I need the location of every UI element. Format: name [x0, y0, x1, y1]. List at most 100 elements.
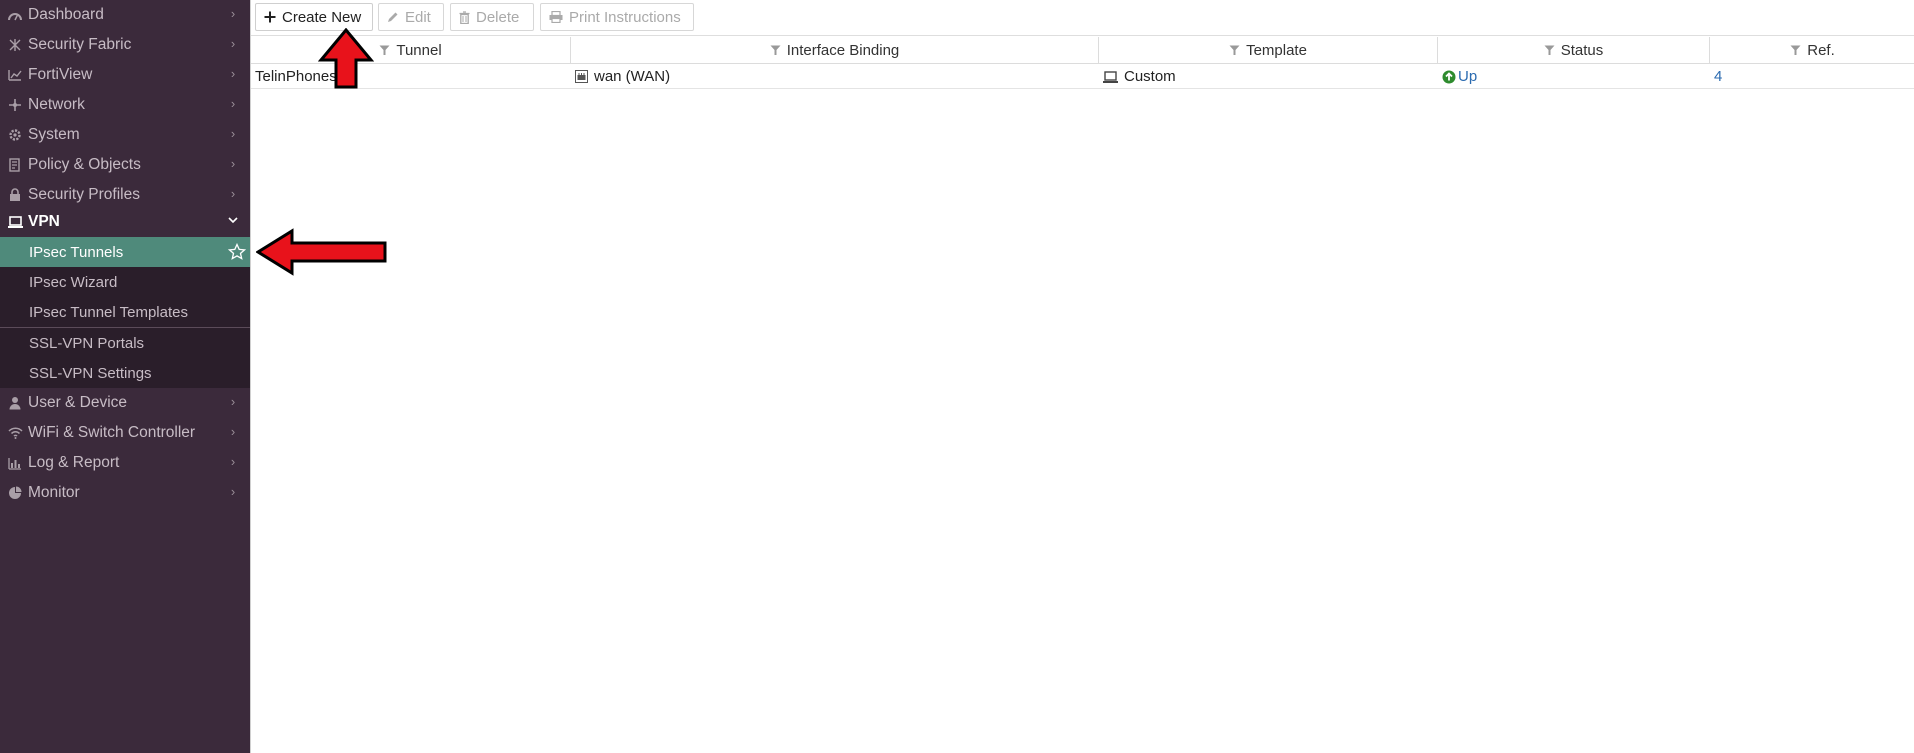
column-header-template[interactable]: Template — [1099, 37, 1438, 64]
nav-dashboard[interactable]: Dashboard › — [0, 0, 250, 30]
create-new-label: Create New — [282, 8, 362, 26]
sidebar-item-ipsec-tunnels[interactable]: IPsec Tunnels — [0, 237, 250, 267]
chevron-right-icon: › — [230, 6, 236, 21]
lock-icon — [7, 188, 23, 202]
delete-button[interactable]: Delete — [450, 3, 534, 31]
status-up-icon — [1442, 70, 1456, 84]
nav-log-report[interactable]: Log & Report › — [0, 448, 250, 478]
toolbar: Create New Edit Delete Print Instruction… — [251, 0, 1914, 36]
fortiview-icon — [7, 69, 23, 81]
column-label: Status — [1560, 42, 1604, 59]
laptop-icon — [1103, 70, 1118, 83]
main-content: Create New Edit Delete Print Instruction… — [250, 0, 1914, 753]
tunnel-name: TelinPhones — [255, 68, 337, 85]
chevron-down-icon — [226, 214, 240, 228]
nav-system-label: System — [28, 126, 80, 143]
nav-system[interactable]: System › — [0, 120, 250, 150]
dashboard-icon — [7, 9, 23, 21]
sidebar-item-label: SSL-VPN Portals — [29, 334, 145, 352]
nav-dashboard-label: Dashboard — [28, 6, 104, 23]
create-new-button[interactable]: Create New — [255, 3, 373, 31]
column-label: Interface Binding — [786, 42, 900, 59]
template-value: Custom — [1124, 68, 1176, 85]
policy-icon — [7, 158, 23, 172]
trash-icon — [459, 10, 470, 24]
nav-policy-objects-label: Policy & Objects — [28, 156, 141, 173]
chart-icon — [7, 457, 23, 470]
print-instructions-button[interactable]: Print Instructions — [540, 3, 694, 31]
nav-fortiview-label: FortiView — [28, 66, 93, 83]
nav-monitor-label: Monitor — [28, 484, 80, 501]
printer-icon — [549, 11, 563, 23]
cell-template: Custom — [1099, 64, 1438, 89]
filter-icon[interactable] — [1229, 45, 1240, 56]
sidebar-item-ssl-vpn-portals[interactable]: SSL-VPN Portals — [0, 328, 250, 358]
sidebar-item-label: IPsec Wizard — [29, 273, 118, 291]
nav-vpn[interactable]: VPN — [0, 207, 250, 237]
network-icon — [7, 98, 23, 112]
security-fabric-icon — [7, 38, 23, 52]
column-label: Template — [1246, 42, 1307, 59]
nav-security-profiles[interactable]: Security Profiles › — [0, 180, 250, 210]
cell-ref: 4 — [1710, 64, 1914, 89]
table-row[interactable]: TelinPhones wan (WAN) Custom Up 4 — [251, 64, 1914, 89]
sidebar-item-label: IPsec Tunnel Templates — [29, 303, 188, 321]
pencil-icon — [387, 11, 399, 23]
chevron-right-icon: › — [230, 394, 236, 409]
chevron-right-icon: › — [230, 156, 236, 171]
plus-icon — [264, 11, 276, 23]
chevron-right-icon: › — [230, 66, 236, 81]
star-icon[interactable] — [227, 242, 247, 261]
sidebar-item-ipsec-wizard[interactable]: IPsec Wizard — [0, 267, 250, 297]
chevron-right-icon: › — [230, 484, 236, 499]
nav-wifi-switch-label: WiFi & Switch Controller — [28, 424, 196, 441]
nav-fortiview[interactable]: FortiView › — [0, 60, 250, 90]
sidebar-item-label: SSL-VPN Settings — [29, 364, 152, 382]
filter-icon[interactable] — [1790, 45, 1801, 56]
filter-icon[interactable] — [379, 45, 390, 56]
edit-label: Edit — [405, 8, 431, 26]
column-header-interface-binding[interactable]: Interface Binding — [571, 37, 1099, 64]
user-icon — [7, 396, 23, 410]
sidebar-item-ipsec-tunnel-templates[interactable]: IPsec Tunnel Templates — [0, 297, 250, 327]
nav-wifi-switch[interactable]: WiFi & Switch Controller › — [0, 418, 250, 448]
nav-user-device[interactable]: User & Device › — [0, 388, 250, 418]
sidebar-item-ssl-vpn-settings[interactable]: SSL-VPN Settings — [0, 358, 250, 388]
column-header-ref[interactable]: Ref. — [1710, 37, 1914, 64]
nav-user-device-label: User & Device — [28, 394, 128, 411]
interface-port-icon — [575, 70, 588, 83]
chevron-right-icon: › — [230, 424, 236, 439]
status-value: Up — [1458, 68, 1478, 85]
column-label: Ref. — [1807, 42, 1835, 59]
ref-count-link[interactable]: 4 — [1714, 68, 1722, 85]
column-header-tunnel[interactable]: Tunnel — [251, 37, 571, 64]
cell-interface: wan (WAN) — [571, 64, 1099, 89]
cell-status: Up — [1438, 64, 1710, 89]
nav-security-fabric-label: Security Fabric — [28, 36, 132, 53]
print-instructions-label: Print Instructions — [569, 8, 681, 26]
laptop-icon — [7, 216, 23, 228]
edit-button[interactable]: Edit — [378, 3, 444, 31]
nav-network-label: Network — [28, 96, 85, 113]
nav-monitor[interactable]: Monitor › — [0, 478, 250, 508]
chevron-right-icon: › — [230, 186, 236, 201]
sidebar: Dashboard › Security Fabric › FortiView … — [0, 0, 250, 753]
filter-icon[interactable] — [770, 45, 781, 56]
column-header-status[interactable]: Status — [1438, 37, 1710, 64]
chevron-right-icon: › — [230, 454, 236, 469]
nav-policy-objects[interactable]: Policy & Objects › — [0, 150, 250, 180]
nav-security-profiles-label: Security Profiles — [28, 186, 140, 203]
vpn-submenu: IPsec Tunnels IPsec Wizard IPsec Tunnel … — [0, 237, 250, 388]
table-header: Tunnel Interface Binding Template Status… — [251, 37, 1914, 64]
sidebar-item-label: IPsec Tunnels — [29, 243, 124, 261]
nav-security-fabric[interactable]: Security Fabric › — [0, 30, 250, 60]
nav-log-report-label: Log & Report — [28, 454, 120, 471]
nav-vpn-label: VPN — [28, 213, 60, 230]
chevron-right-icon: › — [230, 96, 236, 111]
column-label: Tunnel — [396, 42, 442, 59]
nav-network[interactable]: Network › — [0, 90, 250, 120]
delete-label: Delete — [476, 8, 520, 26]
wifi-icon — [7, 427, 23, 439]
chevron-right-icon: › — [230, 36, 236, 51]
filter-icon[interactable] — [1544, 45, 1555, 56]
